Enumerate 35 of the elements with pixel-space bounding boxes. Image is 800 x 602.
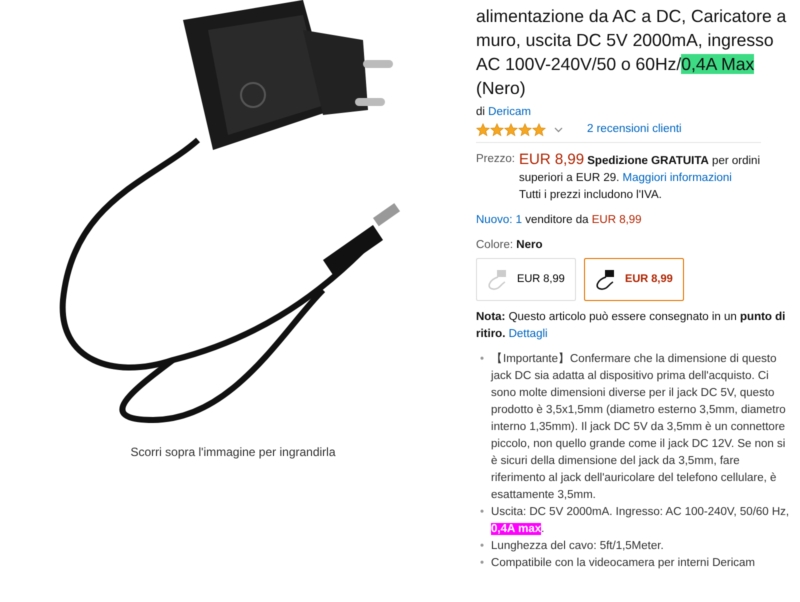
brand-prefix: di — [476, 106, 486, 118]
color-option[interactable]: EUR 8,99 — [476, 258, 576, 301]
product-title: alimentazione da AC a DC, Caricatore a muro, uscita DC 5V 2000mA, ingresso AC 100V-240V/50 o 60Hz/0,4A Max (Nero) — [476, 5, 788, 100]
color-option[interactable]: EUR 8,99 — [584, 258, 684, 301]
star-icon — [476, 122, 490, 136]
price-label: Prezzo: — [476, 152, 515, 167]
star-icon — [504, 122, 518, 136]
bullet-text: Lunghezza del cavo: 5ft/1,5Meter. — [491, 539, 664, 554]
vat-note: Tutti i prezzi includono l'IVA. — [519, 188, 663, 203]
new-offers-link[interactable]: Nuovo: 1 — [476, 214, 522, 226]
offer-price: EUR 8,99 — [592, 214, 642, 226]
details-link[interactable]: Dettagli — [508, 328, 548, 340]
note-text: Nota: Questo articolo può essere consegnato in un punto di ritiro. Dettagli — [476, 310, 786, 342]
star-icon — [518, 122, 532, 136]
star-icon — [490, 122, 504, 136]
brand-link[interactable]: Dericam — [488, 106, 531, 118]
star-icon — [532, 122, 546, 136]
option-price: EUR 8,99 — [517, 272, 565, 287]
bullet-text: Compatibile con la videocamera per interni Dericam — [491, 556, 756, 571]
bullet-marker: • — [480, 556, 484, 571]
shipping-text: EUR 8,99 Spedizione GRATUITA per ordini superiori a EUR 29. Maggiori informazioni — [519, 151, 761, 186]
price: EUR 8,99 — [519, 151, 584, 168]
bullet-text: 【Importante】Confermare che la dimensione di questo jack DC sia adatta al dispositivo prima dell'acquisto. Ci sono molte dimensioni diverse per il jack DC 5V, questo prodotto è 3,5x1,5mm (diametro esterno 3,5mm, diametro interno 1,35mm). Il jack DC 5V da 3,5mm è un connettore piccolo, non quello grande come il jack DC 12V. Se non si è sicuri della dimensione del jack da 3,5mm, fare riferimento al jack dell'auricolare del telefono cellulare, è esattamente 3,5mm. — [491, 352, 787, 503]
more-info-link[interactable]: Maggiori informazioni — [622, 172, 732, 184]
option-price: EUR 8,99 — [625, 272, 673, 287]
reviews-link[interactable]: 2 recensioni clienti — [587, 121, 682, 138]
bullet-marker: • — [480, 539, 484, 554]
caret-icon[interactable] — [554, 126, 563, 132]
image-caption: Scorri sopra l'immagine per ingrandirla — [130, 444, 336, 461]
bullet-marker: • — [480, 505, 484, 520]
color-label: Colore: — [476, 239, 514, 251]
bullet-marker: • — [480, 352, 484, 367]
bullet-text: Uscita: DC 5V 2000mA. Ingresso: AC 100-240V, 50/60 Hz, 0,4A max. — [491, 505, 790, 537]
offers-text: venditore da — [524, 214, 590, 226]
color-value: Nero — [516, 239, 542, 251]
